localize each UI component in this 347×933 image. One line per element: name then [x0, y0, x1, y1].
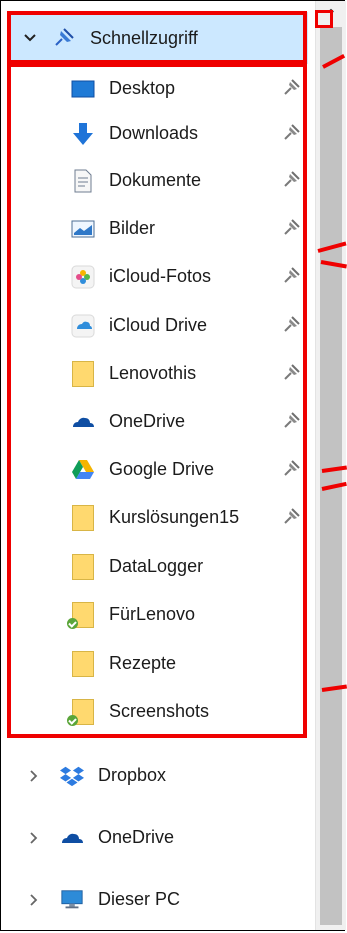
scroll-up-arrow-icon[interactable]: ⌃ — [316, 1, 346, 27]
pin-icon[interactable] — [283, 507, 301, 525]
tree-item-label: OneDrive — [98, 827, 175, 847]
chevron-down-icon[interactable] — [22, 30, 38, 46]
download-icon — [71, 122, 95, 146]
tree-item-dieser-pc[interactable]: Dieser PC — [1, 877, 315, 922]
icloud-photos-icon — [71, 265, 95, 289]
list-item-desktop[interactable]: Desktop — [1, 66, 315, 111]
tree-item-onedrive[interactable]: OneDrive — [1, 815, 315, 860]
list-item-documents[interactable]: Dokumente — [1, 158, 315, 203]
list-item-label: DataLogger — [109, 556, 204, 576]
onedrive-icon — [71, 410, 95, 434]
pin-icon[interactable] — [283, 218, 301, 236]
list-item-label: Kurslösungen15 — [109, 507, 240, 527]
document-icon — [71, 169, 95, 193]
folder-icon — [71, 553, 95, 580]
list-item-label: Google Drive — [109, 459, 215, 479]
tree-item-label: Dieser PC — [98, 889, 181, 909]
folder-icon — [71, 504, 95, 531]
list-item-pictures[interactable]: Bilder — [1, 206, 315, 251]
list-item-label: FürLenovo — [109, 604, 196, 624]
list-item-onedrive[interactable]: OneDrive — [1, 399, 315, 444]
chevron-right-icon[interactable] — [26, 768, 42, 784]
pin-icon[interactable] — [283, 123, 301, 141]
list-item-screenshots[interactable]: Screenshots — [1, 689, 315, 734]
list-item-downloads[interactable]: Downloads — [1, 111, 315, 156]
list-item-label: Rezepte — [109, 653, 177, 673]
list-item-label: OneDrive — [109, 411, 186, 431]
pin-icon[interactable] — [283, 315, 301, 333]
folder-icon — [71, 650, 95, 677]
list-item-label: Lenovothis — [109, 363, 197, 383]
image-icon — [71, 217, 95, 241]
tree-item-dropbox[interactable]: Dropbox — [1, 753, 315, 798]
list-item-label: Bilder — [109, 218, 156, 238]
list-item-rezepte[interactable]: Rezepte — [1, 641, 315, 686]
navigation-pane: Schnellzugriff Desktop Downloads Dokumen… — [1, 1, 315, 930]
list-item-icloud-drive[interactable]: iCloud Drive — [1, 303, 315, 348]
folder-synced-icon — [67, 698, 95, 726]
pin-icon[interactable] — [283, 170, 301, 188]
tree-item-label: Dropbox — [98, 765, 167, 785]
quick-access-header[interactable]: Schnellzugriff — [8, 12, 308, 64]
chevron-right-icon[interactable] — [26, 830, 42, 846]
folder-icon — [71, 360, 95, 387]
list-item-icloud-photos[interactable]: iCloud-Fotos — [1, 254, 315, 299]
list-item-label: iCloud Drive — [109, 315, 208, 335]
chevron-right-icon[interactable] — [26, 892, 42, 908]
icloud-drive-icon — [71, 314, 95, 338]
pin-icon[interactable] — [283, 411, 301, 429]
folder-synced-icon — [67, 601, 95, 629]
pin-star-icon — [52, 26, 76, 50]
list-item-label: iCloud-Fotos — [109, 266, 212, 286]
pin-icon[interactable] — [283, 459, 301, 477]
list-item-google-drive[interactable]: Google Drive — [1, 447, 315, 492]
list-item-lenovothis[interactable]: Lenovothis — [1, 351, 315, 396]
pin-icon[interactable] — [283, 266, 301, 284]
pin-icon[interactable] — [283, 363, 301, 381]
list-item-kursloesungen15[interactable]: Kurslösungen15 — [1, 495, 315, 540]
pin-icon[interactable] — [283, 78, 301, 96]
google-drive-icon — [71, 458, 95, 482]
scroll-thumb[interactable] — [320, 27, 342, 925]
list-item-label: Dokumente — [109, 170, 202, 190]
list-item-label: Screenshots — [109, 701, 210, 721]
onedrive-icon — [60, 826, 84, 850]
list-item-label: Downloads — [109, 123, 199, 143]
list-item-label: Desktop — [109, 78, 176, 98]
list-item-fuerlenovo[interactable]: FürLenovo — [1, 592, 315, 637]
dropbox-icon — [60, 764, 84, 788]
desktop-icon — [71, 77, 95, 101]
list-item-datalogger[interactable]: DataLogger — [1, 544, 315, 589]
quick-access-label: Schnellzugriff — [90, 27, 198, 48]
computer-icon — [60, 888, 84, 912]
